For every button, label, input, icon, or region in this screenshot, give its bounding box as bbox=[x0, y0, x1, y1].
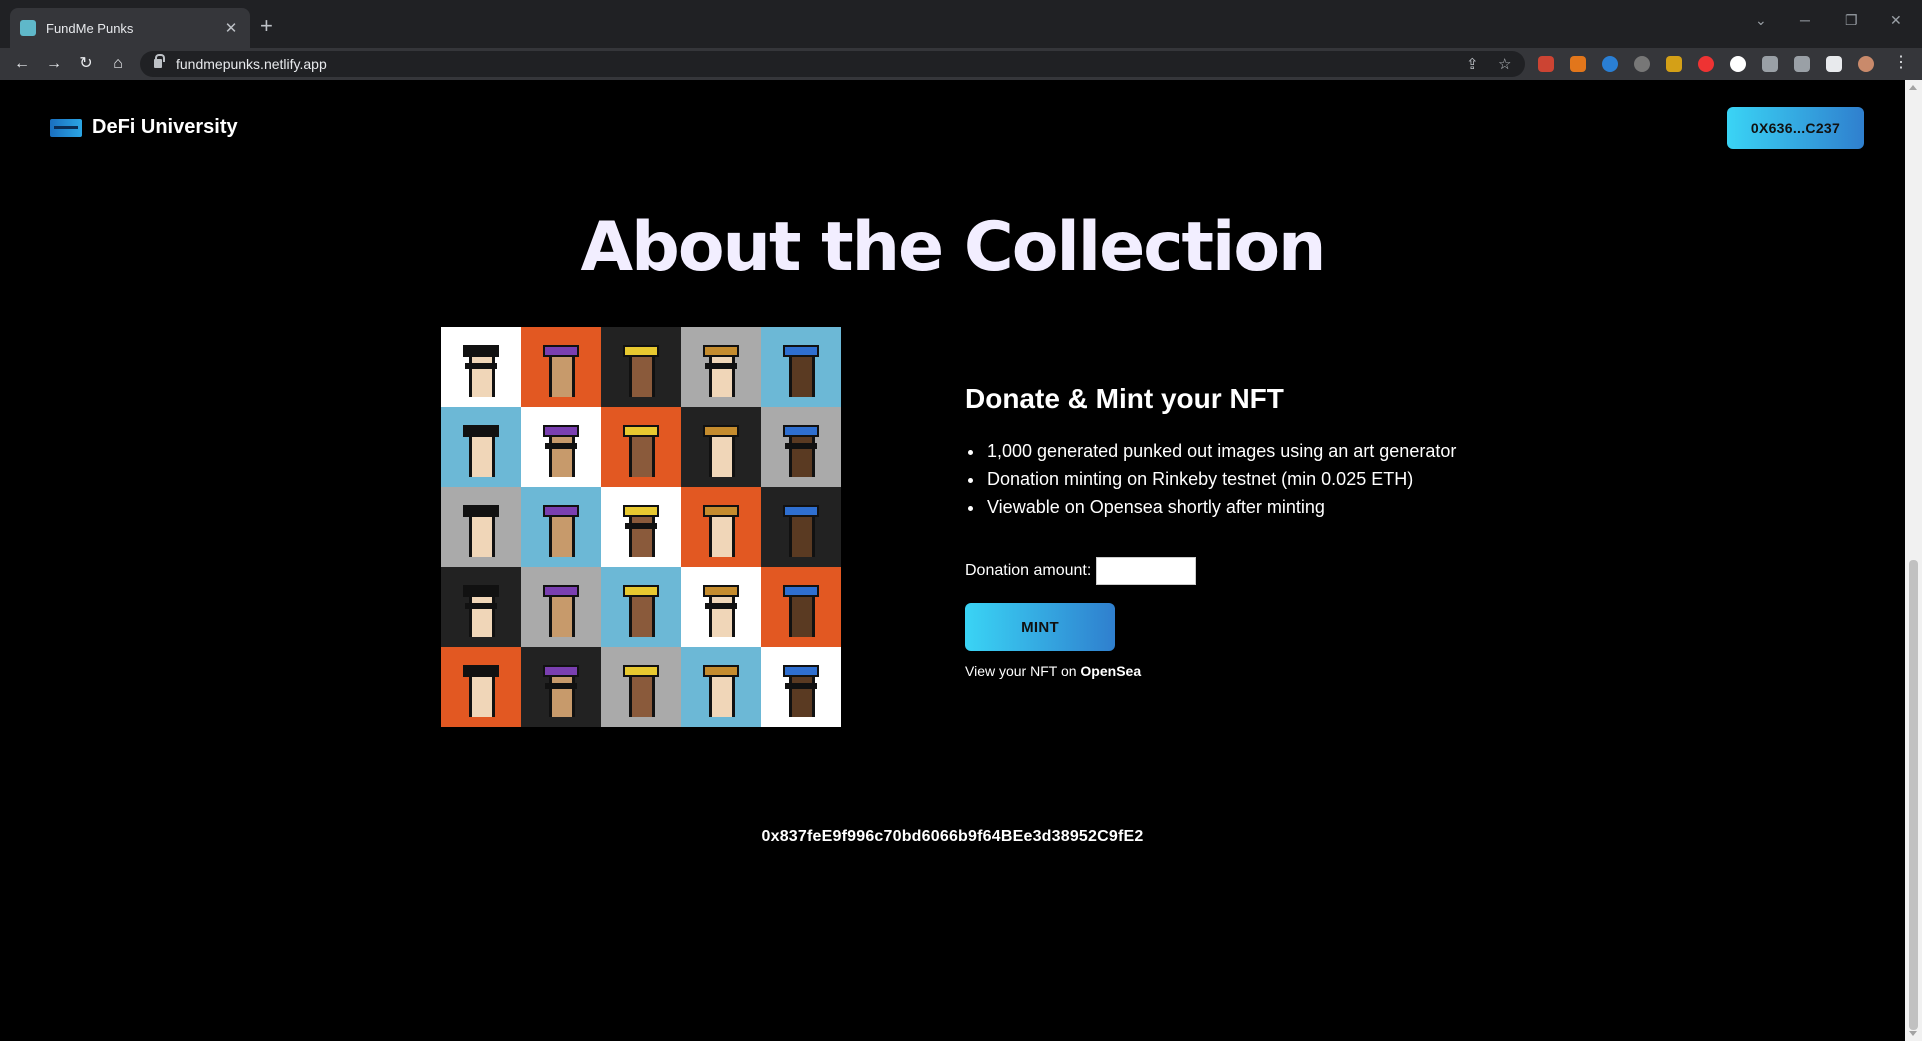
more-menu-icon[interactable]: ⋮ bbox=[1893, 52, 1909, 72]
browser-toolbar: ← → ↻ ⌂ fundmepunks.netlify.app ⇪ ☆ ⋮ bbox=[0, 48, 1922, 80]
metamask-icon[interactable] bbox=[1570, 56, 1586, 72]
scrollbar[interactable] bbox=[1905, 80, 1922, 1041]
brand[interactable]: DeFi University bbox=[50, 116, 238, 139]
connect-wallet-button[interactable]: 0X636...C237 bbox=[1727, 107, 1864, 149]
feature-item: Donation minting on Rinkeby testnet (min… bbox=[985, 465, 1456, 493]
scroll-up-icon[interactable] bbox=[1909, 85, 1917, 90]
view-nft-text: View your NFT on OpenSea bbox=[965, 663, 1141, 679]
mint-button[interactable]: MINT bbox=[965, 603, 1115, 651]
feature-item: 1,000 generated punked out images using … bbox=[985, 437, 1456, 465]
back-icon[interactable]: ← bbox=[10, 52, 34, 76]
scrollbar-thumb[interactable] bbox=[1909, 560, 1918, 1030]
restore-icon[interactable]: ❐ bbox=[1845, 12, 1858, 29]
extension-icon[interactable] bbox=[1666, 56, 1682, 72]
brand-name: DeFi University bbox=[92, 116, 238, 138]
punk-collage-image bbox=[441, 327, 841, 727]
donation-label: Donation amount: bbox=[965, 562, 1092, 579]
scroll-down-icon[interactable] bbox=[1909, 1031, 1917, 1036]
profile-avatar[interactable] bbox=[1858, 56, 1874, 72]
bookmark-star-icon[interactable]: ☆ bbox=[1498, 55, 1511, 73]
extension-icon[interactable] bbox=[1730, 56, 1746, 72]
contract-address: 0x837feE9f996c70bd6066b9f64BEe3d38952C9f… bbox=[761, 828, 1144, 845]
reload-icon[interactable]: ↻ bbox=[74, 52, 98, 76]
mint-section-title: Donate & Mint your NFT bbox=[965, 383, 1284, 414]
browser-tab[interactable]: FundMe Punks ✕ bbox=[10, 8, 250, 48]
donation-amount-input[interactable] bbox=[1096, 557, 1197, 585]
view-nft-prefix: View your NFT on bbox=[965, 663, 1081, 679]
url-text[interactable]: fundmepunks.netlify.app bbox=[176, 56, 327, 72]
extension-icon[interactable] bbox=[1634, 56, 1650, 72]
feature-list: 1,000 generated punked out images using … bbox=[985, 437, 1456, 521]
tab-search-icon[interactable]: ⌄ bbox=[1755, 12, 1767, 29]
browser-tab-bar: FundMe Punks ✕ + ⌄ ─ ❐ ✕ bbox=[0, 0, 1922, 48]
page-title: About the Collection bbox=[580, 208, 1327, 287]
new-tab-icon[interactable]: + bbox=[260, 13, 273, 39]
address-bar[interactable]: fundmepunks.netlify.app ⇪ ☆ bbox=[140, 51, 1525, 77]
home-icon[interactable]: ⌂ bbox=[106, 52, 130, 76]
extension-icon[interactable] bbox=[1538, 56, 1554, 72]
forward-icon[interactable]: → bbox=[42, 52, 66, 76]
close-tab-icon[interactable]: ✕ bbox=[222, 19, 240, 37]
minimize-icon[interactable]: ─ bbox=[1800, 12, 1810, 28]
brand-logo-icon bbox=[50, 118, 82, 137]
puzzle-extensions-icon[interactable] bbox=[1762, 56, 1778, 72]
react-devtools-icon[interactable] bbox=[1602, 56, 1618, 72]
donation-row: Donation amount: bbox=[965, 557, 1197, 585]
reading-list-icon[interactable] bbox=[1794, 56, 1810, 72]
tab-title: FundMe Punks bbox=[46, 20, 134, 36]
lock-icon[interactable] bbox=[154, 54, 165, 68]
close-window-icon[interactable]: ✕ bbox=[1890, 12, 1902, 29]
share-icon[interactable]: ⇪ bbox=[1466, 55, 1479, 73]
side-panel-icon[interactable] bbox=[1826, 56, 1842, 72]
site-favicon-icon bbox=[20, 20, 36, 36]
page-viewport: DeFi University 0X636...C237 About the C… bbox=[0, 80, 1922, 1041]
extension-icon[interactable] bbox=[1698, 56, 1714, 72]
opensea-link[interactable]: OpenSea bbox=[1080, 663, 1141, 679]
feature-item: Viewable on Opensea shortly after mintin… bbox=[985, 493, 1456, 521]
